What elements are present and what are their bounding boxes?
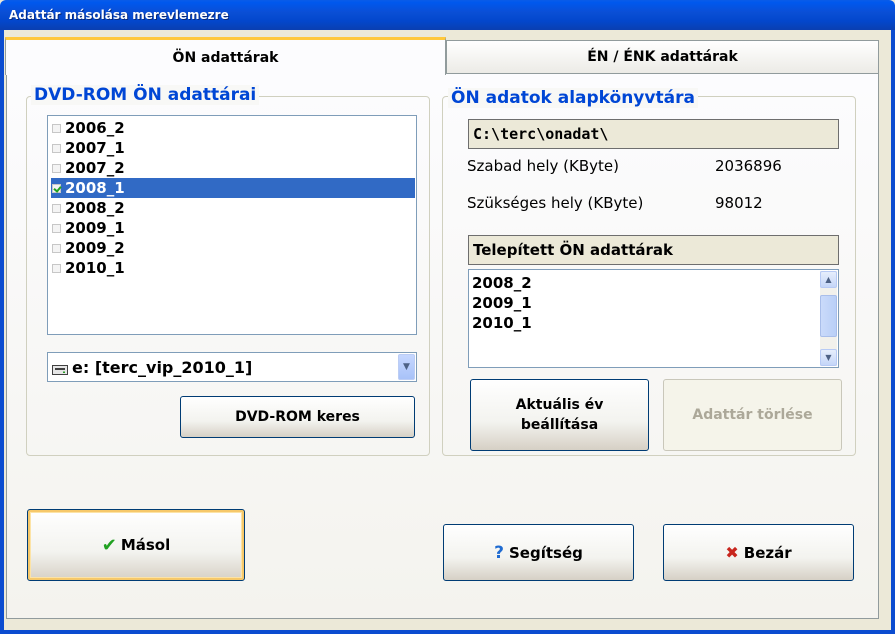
button-label: Bezár [743,543,792,562]
list-item-selected[interactable]: 2008_1 [51,178,415,198]
delete-repository-button[interactable]: Adattár törlése [663,379,842,451]
window-frame-bottom [0,630,895,634]
vertical-scrollbar[interactable]: ▲ ▼ [820,271,837,366]
set-current-year-button[interactable]: Aktuális év beállítása [470,379,649,451]
window-frame-right [891,30,895,634]
checkbox[interactable] [52,243,61,253]
list-item[interactable]: 2007_1 [51,138,415,158]
list-item-label: 2007_1 [65,139,125,157]
chevron-down-icon[interactable]: ▼ [398,354,415,380]
button-label: Adattár törlése [692,407,813,423]
list-item[interactable]: 2008_2 [472,274,532,292]
list-item-label: 2009_2 [65,239,125,257]
dvd-group-title: DVD-ROM ÖN adattárai [31,85,260,105]
checkbox[interactable] [52,143,61,153]
installed-list[interactable]: 2008_2 2009_1 2010_1 ▲ ▼ [468,269,839,368]
scroll-up-icon[interactable]: ▲ [820,271,837,288]
list-item-label: 2008_2 [65,199,125,217]
drive-combo[interactable]: e: [terc_vip_2010_1] ▼ [47,352,417,382]
tab-en-enk-adattarak[interactable]: ÉN / ÉNK adattárak [446,40,879,73]
checkbox[interactable] [52,263,61,273]
required-space-label: Szükséges hely (KByte) [467,194,644,212]
button-label: DVD-ROM keres [235,409,360,425]
tab-on-adattarak[interactable]: ÖN adattárak [5,37,446,75]
checkbox[interactable] [52,123,61,133]
local-group-title: ÖN adatok alapkönyvtára [448,88,698,108]
checkbox[interactable] [52,163,61,173]
tab-label: ÖN adattárak [172,49,279,66]
installed-title: Telepített ÖN adattárak [468,235,839,265]
path-text: C:\terc\onadat\ [473,125,609,143]
list-item[interactable]: 2010_1 [472,314,532,332]
button-label: Aktuális év beállítása [515,397,604,433]
tab-label: ÉN / ÉNK adattárak [587,49,738,65]
dvd-checklist[interactable]: 2006_2 2007_1 2007_2 2008_1 2008_2 2009_… [47,115,417,335]
list-item[interactable]: 2006_2 [51,118,415,138]
close-icon: ✖ [725,543,739,562]
list-item-label: 2006_2 [65,119,125,137]
window-title: Adattár másolása merevlemezre [9,8,229,22]
drive-combo-value: e: [terc_vip_2010_1] [72,358,253,377]
checkmark-icon: ✔ [101,534,117,556]
free-space-label: Szabad hely (KByte) [467,157,619,175]
drive-icon [52,361,68,380]
list-item[interactable]: 2010_1 [51,258,415,278]
scroll-down-icon[interactable]: ▼ [820,349,837,366]
list-item[interactable]: 2009_2 [51,238,415,258]
list-item-label: 2007_2 [65,159,125,177]
base-directory-path: C:\terc\onadat\ [468,119,839,149]
help-button[interactable]: ? Segítség [443,524,634,581]
checkbox[interactable] [52,223,61,233]
list-item[interactable]: 2009_1 [472,294,532,312]
list-item[interactable]: 2009_1 [51,218,415,238]
close-button[interactable]: ✖ Bezár [663,524,854,581]
list-item-label: 2008_1 [65,179,125,197]
list-item-label: 2010_1 [65,259,125,277]
title-bar[interactable]: Adattár másolása merevlemezre [0,0,895,30]
checkbox[interactable] [52,203,61,213]
question-mark-icon: ? [494,542,504,563]
list-item[interactable]: 2008_2 [51,198,415,218]
installed-title-text: Telepített ÖN adattárak [473,241,673,259]
free-space-value: 2036896 [715,157,782,175]
required-space-value: 98012 [715,194,763,212]
list-item[interactable]: 2007_2 [51,158,415,178]
copy-button[interactable]: ✔ Másol [27,509,245,581]
scroll-thumb[interactable] [820,295,837,337]
button-label: Segítség [509,543,583,562]
list-item-label: 2009_1 [65,219,125,237]
checkbox-checked[interactable] [52,183,61,193]
dvd-rom-search-button[interactable]: DVD-ROM keres [180,396,415,438]
button-label: Másol [120,536,171,554]
